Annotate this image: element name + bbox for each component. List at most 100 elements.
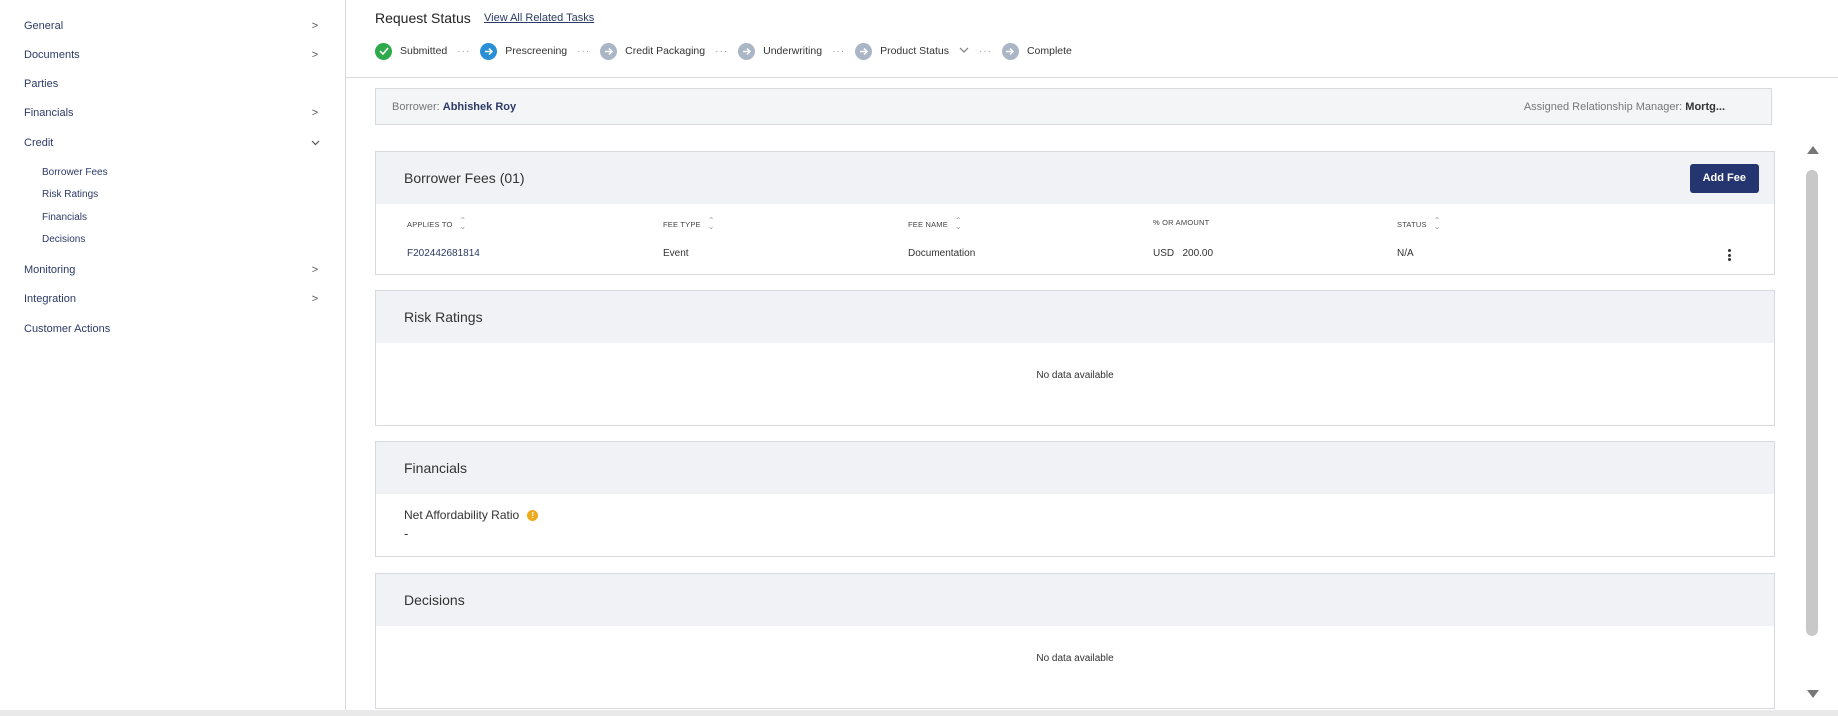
card-header: Financials (376, 442, 1774, 494)
borrower-fees-card: Borrower Fees (01) Add Fee APPLIES TO ⌃ ⌄… (375, 151, 1775, 275)
table-header: APPLIES TO ⌃ ⌄ FEE TYPE ⌃ ⌄ FEE NAME ⌃ ⌄ % … (376, 204, 1774, 242)
scroll-up-arrow-icon[interactable] (1807, 146, 1819, 154)
sidebar-item-label: Parties (24, 78, 59, 90)
scrollbar-thumb[interactable] (1806, 170, 1818, 636)
borrower-info: Borrower: Abhishek Roy (392, 101, 516, 113)
step-product-status[interactable]: Product Status (855, 42, 969, 60)
step-label: Complete (1026, 45, 1072, 57)
sidebar-item-monitoring[interactable]: Monitoring > (24, 259, 322, 281)
chevron-right-icon: > (311, 264, 319, 276)
cell-fee-name: Documentation (908, 248, 976, 259)
chevron-right-icon: > (311, 49, 319, 61)
sidebar-item-label: Credit (24, 137, 54, 149)
card-header: Risk Ratings (376, 291, 1774, 343)
step-prescreening[interactable]: Prescreening (480, 42, 568, 60)
sidebar-item-customer-actions[interactable]: Customer Actions (24, 318, 322, 340)
horizontal-scrollbar[interactable] (0, 710, 1838, 716)
sidebar-item-integration[interactable]: Integration > (24, 288, 322, 310)
sort-icon: ⌃ ⌄ (459, 216, 467, 231)
card-header: Borrower Fees (01) Add Fee (376, 152, 1774, 204)
more-actions-icon[interactable] (1724, 246, 1734, 264)
step-label: Product Status (880, 45, 949, 57)
card-title: Borrower Fees (01) (404, 170, 525, 186)
borrower-info-bar: Borrower: Abhishek Roy Assigned Relation… (375, 88, 1772, 125)
add-fee-button[interactable]: Add Fee (1689, 163, 1759, 193)
sidebar-subitem-risk-ratings[interactable]: Risk Ratings (42, 187, 98, 203)
manager-label: Assigned Relationship Manager: (1523, 100, 1683, 113)
column-label: FEE TYPE (663, 219, 701, 229)
step-complete[interactable]: Complete (1001, 42, 1072, 60)
column-header-fee-type[interactable]: FEE TYPE ⌃ ⌄ (663, 216, 715, 231)
step-separator: ··· (832, 45, 846, 57)
decisions-card: Decisions No data available (375, 573, 1775, 709)
column-label: FEE NAME (908, 219, 948, 229)
step-separator: ··· (577, 45, 591, 57)
info-icon[interactable]: ! (527, 509, 539, 521)
sidebar-subitem-financials[interactable]: Financials (42, 210, 87, 226)
empty-state-text: No data available (1036, 370, 1114, 381)
scroll-down-arrow-icon[interactable] (1807, 690, 1819, 698)
cell-amount: USD 200.00 (1153, 248, 1214, 259)
sidebar-item-credit[interactable]: Credit (24, 132, 322, 154)
column-header-applies-to[interactable]: APPLIES TO ⌃ ⌄ (407, 216, 467, 231)
chevron-down-icon (308, 136, 322, 150)
step-separator: ··· (978, 45, 992, 57)
card-title: Decisions (404, 592, 465, 608)
sidebar-item-label: Customer Actions (24, 323, 111, 335)
sidebar-item-label: Financials (24, 107, 74, 119)
sidebar-item-label: General (24, 20, 64, 32)
chevron-right-icon: > (311, 107, 319, 119)
sidebar-item-label: Integration (24, 293, 76, 305)
card-title: Financials (404, 460, 468, 476)
metric-value: - (404, 526, 409, 541)
borrower-label: Borrower: (392, 100, 440, 113)
card-title: Risk Ratings (404, 309, 483, 325)
check-icon (375, 42, 392, 60)
sidebar-subitem-decisions[interactable]: Decisions (42, 232, 85, 248)
page-title: Request Status (375, 10, 471, 26)
cell-status: N/A (1397, 248, 1414, 259)
column-header-status[interactable]: STATUS ⌃ ⌄ (1397, 216, 1441, 231)
sidebar-item-general[interactable]: General > (24, 15, 322, 37)
vertical-scrollbar[interactable] (1804, 146, 1822, 698)
empty-state-text: No data available (1036, 653, 1114, 664)
sidebar-item-documents[interactable]: Documents > (24, 44, 322, 66)
status-stepper: Submitted ··· Prescreening ··· Credit Pa… (375, 41, 1072, 61)
card-header: Decisions (376, 574, 1774, 626)
sidebar-subitem-borrower-fees[interactable]: Borrower Fees (42, 165, 108, 181)
sidebar-item-financials[interactable]: Financials > (24, 102, 322, 124)
column-label: % OR AMOUNT (1153, 218, 1210, 227)
sort-icon: ⌃ ⌄ (1433, 216, 1441, 231)
sort-icon: ⌃ ⌄ (954, 216, 962, 231)
sort-icon: ⌃ ⌄ (707, 216, 715, 231)
step-separator: ··· (715, 45, 729, 57)
column-header-fee-name[interactable]: FEE NAME ⌃ ⌄ (908, 216, 962, 231)
column-label: STATUS (1397, 219, 1427, 229)
relationship-manager-info: Assigned Relationship Manager: Mortg... (1524, 101, 1725, 113)
sidebar-item-parties[interactable]: Parties (24, 73, 322, 95)
step-submitted[interactable]: Submitted (375, 42, 448, 60)
step-separator: ··· (457, 45, 471, 57)
risk-ratings-card: Risk Ratings No data available (375, 290, 1775, 426)
step-underwriting[interactable]: Underwriting (738, 42, 823, 60)
step-label: Prescreening (505, 45, 568, 57)
borrower-name: Abhishek Roy (442, 100, 517, 113)
column-label: APPLIES TO (407, 219, 453, 229)
step-label: Submitted (400, 45, 448, 57)
app-root: General > Documents > Parties Financials… (0, 0, 1838, 716)
step-credit-packaging[interactable]: Credit Packaging (600, 42, 705, 60)
chevron-down-icon[interactable] (959, 46, 969, 57)
arrow-right-icon (855, 42, 873, 60)
financials-card: Financials Net Affordability Ratio ! - (375, 441, 1775, 557)
cell-fee-type: Event (663, 248, 689, 259)
step-label: Underwriting (763, 45, 823, 57)
cell-applies-to[interactable]: F202442681814 (407, 248, 480, 259)
sidebar-item-label: Documents (24, 49, 80, 61)
view-all-tasks-link[interactable]: View All Related Tasks (484, 12, 594, 24)
column-header-amount: % OR AMOUNT (1153, 218, 1209, 227)
sidebar-item-label: Monitoring (24, 264, 76, 276)
arrow-right-icon (1001, 42, 1019, 60)
arrow-right-icon (738, 42, 756, 60)
request-status-header: Request Status View All Related Tasks Su… (346, 0, 1838, 78)
net-affordability-ratio: Net Affordability Ratio ! (404, 508, 539, 522)
